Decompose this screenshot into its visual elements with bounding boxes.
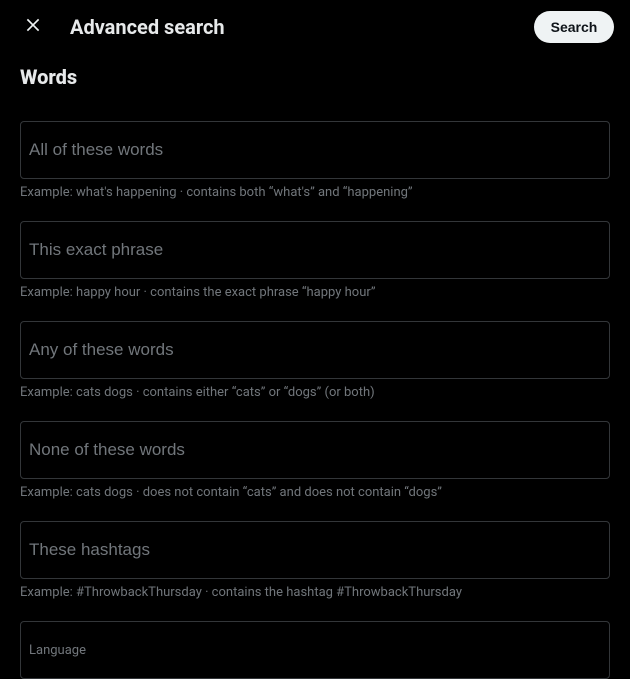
input-wrap-exact-phrase[interactable]	[20, 221, 610, 279]
input-wrap-all-words[interactable]	[20, 121, 610, 179]
language-label: Language	[29, 643, 601, 658]
example-exact-phrase: Example: happy hour · contains the exact…	[20, 285, 610, 301]
content-area: Words Example: what's happening · contai…	[0, 53, 630, 679]
search-button[interactable]: Search	[534, 11, 614, 43]
field-any-words: Example: cats dogs · contains either “ca…	[20, 321, 610, 401]
field-hashtags: Example: #ThrowbackThursday · contains t…	[20, 521, 610, 601]
exact-phrase-input[interactable]	[29, 240, 601, 260]
hashtags-input[interactable]	[29, 540, 601, 560]
none-words-input[interactable]	[29, 440, 601, 460]
any-words-input[interactable]	[29, 340, 601, 360]
close-button[interactable]	[16, 10, 50, 44]
modal-title: Advanced search	[70, 15, 534, 39]
section-title-words: Words	[20, 53, 610, 101]
input-wrap-hashtags[interactable]	[20, 521, 610, 579]
example-none-words: Example: cats dogs · does not contain “c…	[20, 485, 610, 501]
all-words-input[interactable]	[29, 140, 601, 160]
example-any-words: Example: cats dogs · contains either “ca…	[20, 385, 610, 401]
modal-header: Advanced search Search	[0, 0, 630, 53]
input-wrap-any-words[interactable]	[20, 321, 610, 379]
field-none-words: Example: cats dogs · does not contain “c…	[20, 421, 610, 501]
example-all-words: Example: what's happening · contains bot…	[20, 185, 610, 201]
example-hashtags: Example: #ThrowbackThursday · contains t…	[20, 585, 610, 601]
input-wrap-none-words[interactable]	[20, 421, 610, 479]
field-all-words: Example: what's happening · contains bot…	[20, 121, 610, 201]
field-exact-phrase: Example: happy hour · contains the exact…	[20, 221, 610, 301]
close-icon	[23, 15, 43, 39]
